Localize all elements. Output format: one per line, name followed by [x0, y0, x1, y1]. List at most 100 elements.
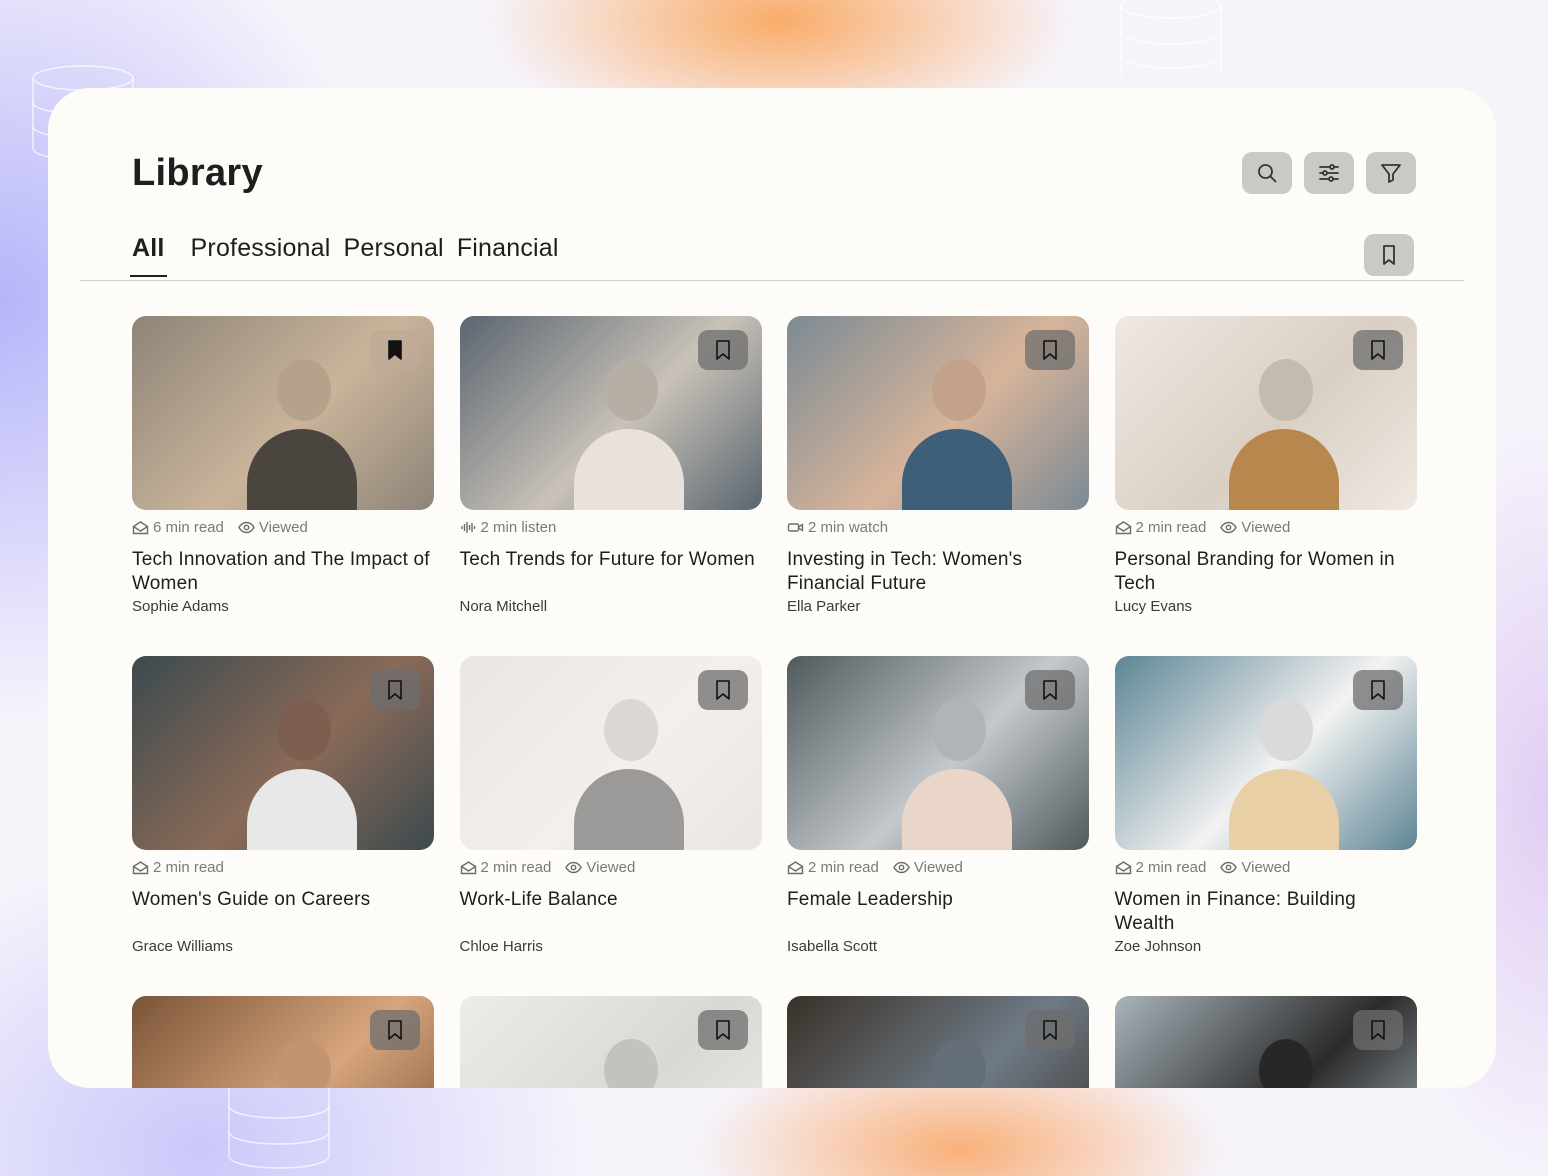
bookmark-button[interactable]: [697, 330, 748, 370]
card-thumbnail[interactable]: [132, 656, 434, 850]
top-actions: [1242, 152, 1416, 194]
card-thumbnail[interactable]: [1114, 316, 1417, 510]
content-card[interactable]: [1114, 996, 1417, 1088]
card-title[interactable]: Female Leadership: [787, 888, 1089, 936]
bookmark-icon: [1383, 245, 1395, 265]
card-title[interactable]: Investing in Tech: Women's Financial Fut…: [787, 548, 1089, 596]
viewed-indicator: Viewed: [238, 519, 308, 536]
tab-all[interactable]: All: [130, 234, 167, 277]
content-card[interactable]: 6 min read Viewed Tech Innovation and The …: [132, 316, 434, 615]
content-card[interactable]: 2 min read Viewed Women in Finance: Buildi…: [1114, 656, 1417, 955]
photo-figure-head: [276, 358, 331, 421]
bookmark-icon: [388, 1020, 402, 1040]
bookmark-icon: [1043, 1020, 1057, 1040]
photo-figure-body: [246, 768, 357, 850]
bookmark-button[interactable]: [1352, 670, 1403, 710]
bookmark-button[interactable]: [697, 1010, 748, 1050]
bookmark-icon: [1043, 340, 1057, 360]
viewed-label: Viewed: [913, 858, 963, 876]
eye-icon: [1220, 521, 1238, 533]
bookmark-button[interactable]: [370, 670, 420, 710]
search-icon: [1258, 164, 1277, 183]
card-thumbnail[interactable]: [132, 316, 434, 510]
content-card[interactable]: 2 min watch Investing in Tech: Women's Fi…: [787, 316, 1089, 615]
eye-icon: [238, 521, 255, 533]
content-card[interactable]: 2 min listen Tech Trends for Future for W…: [459, 316, 762, 615]
card-title[interactable]: Tech Innovation and The Impact of Women: [132, 548, 434, 596]
photo-figure-body: [901, 428, 1012, 510]
bookmark-icon: [388, 680, 402, 700]
viewed-label: Viewed: [1241, 858, 1291, 876]
content-card[interactable]: 2 min read Viewed Personal Branding for Wo…: [1114, 316, 1417, 615]
card-author: Nora Mitchell: [459, 598, 548, 615]
bookmark-icon: [1370, 340, 1385, 360]
card-duration: 2 min read: [1135, 518, 1207, 536]
tab-personal[interactable]: Personal: [344, 234, 444, 277]
photo-figure-head: [1259, 698, 1314, 761]
card-meta: 2 min watch: [787, 518, 1089, 536]
photo-figure-body: [246, 428, 357, 510]
settings-button[interactable]: [1304, 152, 1354, 194]
card-duration: 2 min read: [1135, 858, 1207, 876]
filter-icon: [1381, 164, 1401, 183]
card-meta: 2 min read Viewed: [1115, 518, 1417, 536]
card-thumbnail[interactable]: [787, 316, 1089, 510]
envelope-icon: [787, 860, 804, 874]
content-card[interactable]: 2 min read Viewed Work-Life Balance Chloe H…: [459, 656, 762, 955]
card-thumbnail[interactable]: [1114, 656, 1417, 850]
audio-wave-icon: [460, 521, 475, 533]
card-title[interactable]: Women in Finance: Building Wealth: [1115, 888, 1417, 936]
card-thumbnail[interactable]: [132, 996, 434, 1088]
photo-figure-body: [574, 428, 685, 510]
content-card[interactable]: 2 min read Viewed Female Leadership Isabell…: [787, 656, 1089, 955]
card-thumbnail[interactable]: [1114, 996, 1417, 1088]
background-decoration-top: [1116, 0, 1226, 92]
tab-professional[interactable]: Professional: [191, 234, 331, 277]
photo-figure-head: [604, 1038, 659, 1088]
photo-figure-body: [1229, 768, 1340, 850]
envelope-icon: [132, 860, 149, 874]
filter-button[interactable]: [1366, 152, 1416, 194]
bookmark-icon: [1043, 680, 1057, 700]
viewed-label: Viewed: [586, 858, 636, 876]
search-button[interactable]: [1242, 152, 1292, 194]
bookmark-button[interactable]: [370, 330, 420, 370]
bookmark-button[interactable]: [370, 1010, 420, 1050]
card-author: Zoe Johnson: [1114, 938, 1202, 955]
card-duration: 6 min read: [153, 518, 224, 536]
card-thumbnail[interactable]: [459, 996, 762, 1088]
bookmark-icon: [715, 340, 730, 360]
bookmark-button[interactable]: [697, 670, 748, 710]
category-tabs: All Professional Personal Financial: [130, 234, 572, 277]
card-meta: 6 min read Viewed: [132, 518, 434, 536]
content-card[interactable]: [787, 996, 1089, 1088]
library-panel: Library All Professional Personal Financ…: [48, 88, 1496, 1088]
card-thumbnail[interactable]: [459, 316, 762, 510]
card-author: Chloe Harris: [459, 938, 543, 955]
background-decoration-bottom: [224, 1076, 334, 1176]
bookmark-button[interactable]: [1352, 1010, 1403, 1050]
viewed-indicator: Viewed: [565, 859, 635, 876]
content-card[interactable]: [459, 996, 762, 1088]
card-thumbnail[interactable]: [459, 656, 762, 850]
card-thumbnail[interactable]: [787, 656, 1089, 850]
photo-figure-head: [931, 698, 986, 761]
card-title[interactable]: Tech Trends for Future for Women: [460, 548, 762, 596]
card-thumbnail[interactable]: [787, 996, 1089, 1088]
content-card[interactable]: 2 min read Women's Guide on Careers Grace …: [132, 656, 434, 955]
bookmark-button[interactable]: [1025, 670, 1075, 710]
eye-icon: [893, 861, 910, 873]
bookmark-button[interactable]: [1352, 330, 1403, 370]
bookmark-button[interactable]: [1025, 330, 1075, 370]
tab-financial[interactable]: Financial: [457, 234, 559, 277]
saved-items-button[interactable]: [1364, 234, 1414, 276]
card-duration: 2 min watch: [808, 518, 889, 536]
content-card[interactable]: [132, 996, 434, 1088]
bookmark-icon: [715, 1020, 730, 1040]
card-title[interactable]: Personal Branding for Women in Tech: [1115, 548, 1417, 596]
card-title[interactable]: Women's Guide on Careers: [132, 888, 434, 936]
bookmark-icon: [1370, 1020, 1385, 1040]
card-duration: 2 min listen: [480, 518, 557, 536]
card-title[interactable]: Work-Life Balance: [460, 888, 762, 936]
bookmark-button[interactable]: [1025, 1010, 1075, 1050]
